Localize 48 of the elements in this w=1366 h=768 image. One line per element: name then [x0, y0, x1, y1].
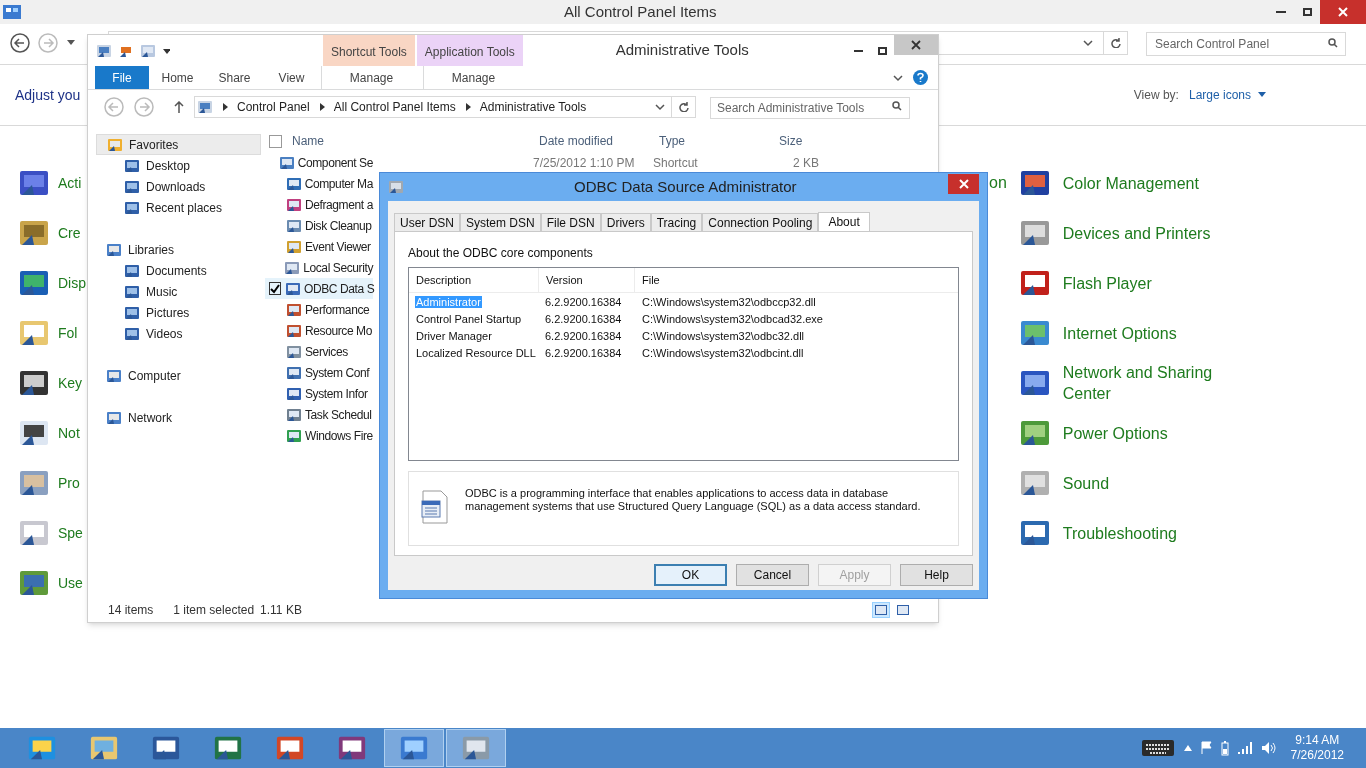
nav-label: Music	[146, 283, 178, 301]
item-count: 14 items	[108, 602, 154, 619]
file-name: Windows Fire	[305, 427, 373, 445]
file-path-cell-text: C:\Windows\system32\odbccp32.dll	[641, 295, 816, 311]
nav-label: Documents	[146, 262, 207, 280]
window-title: Administrative Tools	[615, 40, 749, 61]
dialog-title: ODBC Data Source Administrator	[574, 176, 797, 197]
version-cell-text: 6.2.9200.16384	[544, 329, 623, 345]
file-name: Performance	[305, 301, 370, 319]
version-cell-text: 6.2.9200.16384	[544, 295, 623, 311]
selection-size: 1.11 KB	[260, 602, 302, 619]
version-cell-text: 6.2.9200.16384	[544, 312, 623, 328]
nav-label: Downloads	[146, 178, 206, 196]
file-name: System Conf	[305, 364, 370, 382]
context-tab-header: Shortcut Tools	[323, 35, 415, 66]
file-name: Event Viewer	[305, 238, 371, 256]
nav-label: Pictures	[146, 304, 190, 322]
view-by-label: View by:	[1133, 87, 1179, 104]
file-name: Defragment a	[305, 196, 373, 214]
nav-label: Libraries	[128, 241, 175, 259]
date-cell-text: 7/25/2012 1:10 PM	[533, 154, 635, 172]
file-name: Local Security	[303, 259, 373, 277]
nav-label: Videos	[146, 325, 183, 343]
info-text: ODBC is a programming interface that enables applications to access data in database management systems that use Structured Query Language (SQL) as a data access standard.	[465, 487, 922, 513]
nav-label: Recent places	[146, 199, 223, 217]
type-cell-text: Shortcut	[653, 154, 698, 172]
section-label: About the ODBC core components	[408, 245, 594, 262]
version-cell-text: 6.2.9200.16384	[544, 346, 623, 362]
file-name: ODBC Data S	[304, 280, 375, 298]
file-name: System Infor	[305, 385, 368, 403]
nav-label: Favorites	[129, 136, 179, 154]
selection-count: 1 item selected	[173, 602, 255, 619]
file-name: Resource Mo	[305, 322, 372, 340]
file-name: Computer Ma	[304, 175, 373, 193]
window-title: All Control Panel Items	[564, 1, 717, 22]
file-name: Component Se	[297, 154, 373, 172]
file-path-cell-text: C:\Windows\system32\odbcint.dll	[641, 346, 804, 362]
file-name: Task Schedul	[305, 406, 372, 424]
nav-label: Computer	[128, 367, 181, 385]
file-path-cell-text: C:\Windows\system32\odbc32.dll	[641, 329, 804, 345]
file-name: Services	[305, 343, 348, 361]
size-cell-text: 2 KB	[793, 154, 819, 172]
file-name: Disk Cleanup	[305, 217, 372, 235]
nav-label: Network	[128, 409, 172, 427]
file-path-cell-text: C:\Windows\system32\odbcad32.exe	[641, 312, 823, 328]
page-heading: Adjust you	[15, 85, 81, 105]
context-tab-header: Application Tools	[416, 35, 523, 66]
nav-label: Desktop	[146, 157, 191, 175]
